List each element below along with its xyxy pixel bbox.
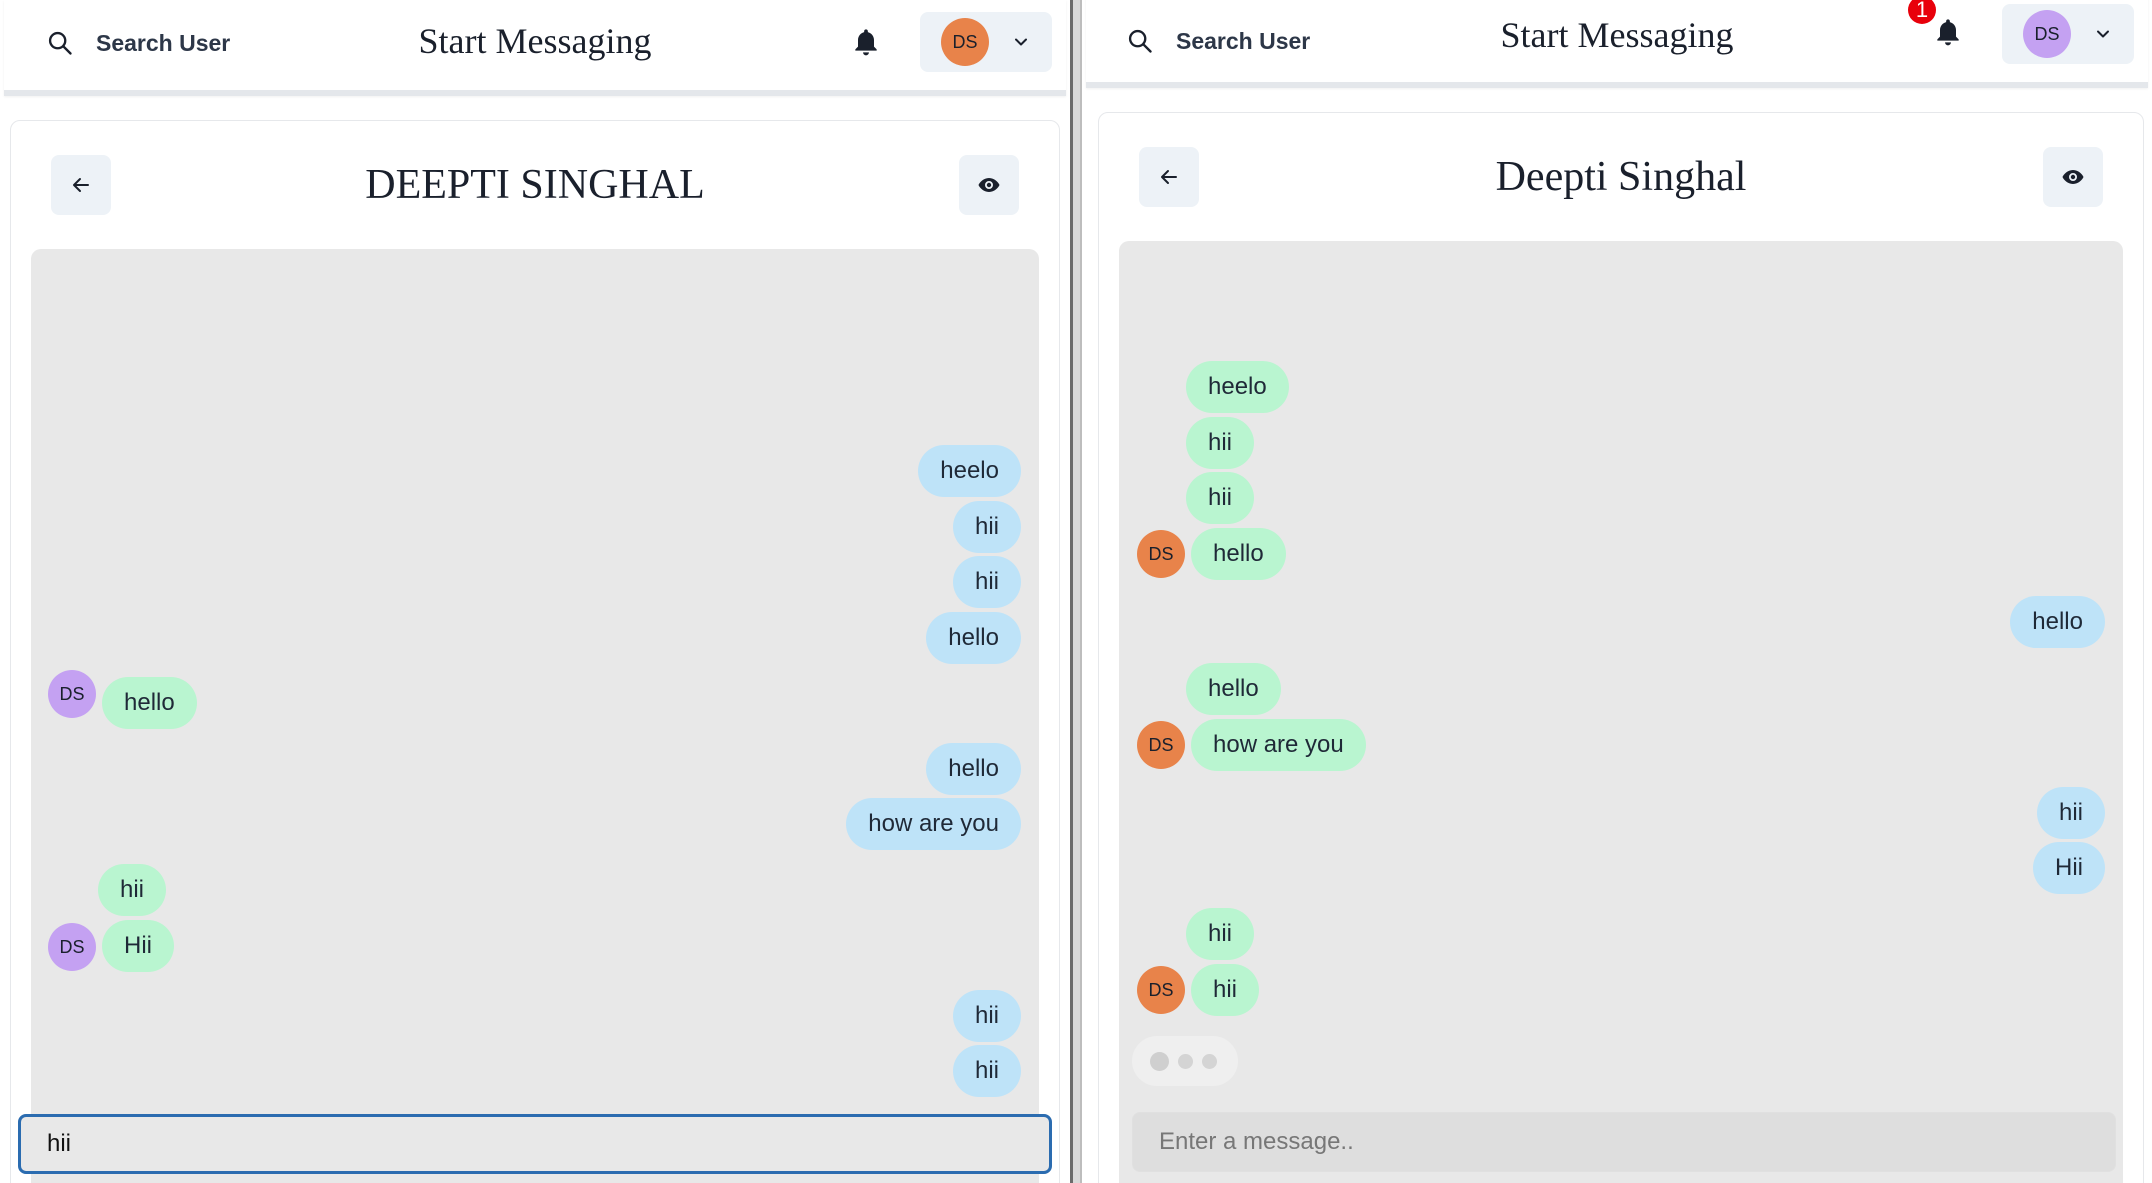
- profile-menu-button[interactable]: DS: [2002, 4, 2134, 64]
- message-bubble-received: hii: [1186, 908, 1255, 960]
- message-input[interactable]: [1132, 1112, 2116, 1172]
- view-profile-button[interactable]: [2043, 147, 2103, 207]
- avatar: DS: [2023, 10, 2071, 58]
- message-row: DS Hii: [31, 920, 1039, 972]
- message-bubble-received: hello: [1186, 663, 1281, 715]
- app-title: Start Messaging: [1500, 15, 1734, 55]
- top-bar: Search User Start Messaging 1 DS: [1086, 0, 2148, 88]
- message-bubble-received: hii: [1191, 964, 1260, 1016]
- message-bubble-received: hello: [102, 677, 197, 729]
- typing-dot: [1150, 1051, 1169, 1071]
- message-row: DS how are you: [1119, 719, 2123, 771]
- message-bubble-received: Hii: [102, 920, 174, 972]
- message-row: hello: [31, 743, 1039, 795]
- message-row: hii: [1119, 787, 2123, 839]
- chat-box: Deepti Singhal heelo hii hii DS hello he…: [1098, 112, 2144, 1183]
- message-bubble-sent: hii: [952, 1045, 1021, 1097]
- left-chat-window: Search User Start Messaging DS DEEPTI SI…: [0, 0, 1070, 1183]
- typing-dot: [1202, 1053, 1217, 1069]
- notification-button[interactable]: [850, 26, 886, 62]
- message-input[interactable]: [18, 1114, 1052, 1174]
- sender-avatar[interactable]: DS: [1137, 530, 1185, 578]
- notification-button[interactable]: 1: [1908, 0, 1968, 52]
- eye-icon: [2062, 170, 2084, 184]
- app-title: Start Messaging: [418, 21, 652, 61]
- sender-avatar[interactable]: DS: [1137, 966, 1185, 1014]
- message-row: DS hello: [1119, 528, 2123, 580]
- message-row: hello: [1119, 663, 2123, 715]
- window-divider: [1070, 0, 1082, 1183]
- message-row: hii: [31, 501, 1039, 553]
- message-bubble-sent: Hii: [2033, 842, 2105, 894]
- message-bubble-received: hii: [1186, 472, 1255, 524]
- message-bubble-sent: hii: [2036, 787, 2105, 839]
- message-row: hello: [1119, 596, 2123, 648]
- message-row: hello: [31, 612, 1039, 664]
- message-row: hii: [1119, 908, 2123, 960]
- message-bubble-received: how are you: [1191, 719, 1366, 771]
- message-bubble-sent: hello: [926, 612, 1021, 664]
- message-row: DS hii: [1119, 964, 2123, 1016]
- message-bubble-sent: hello: [2010, 596, 2105, 648]
- top-bar: Search User Start Messaging DS: [4, 0, 1066, 96]
- sender-avatar[interactable]: DS: [48, 670, 96, 718]
- profile-menu-button[interactable]: DS: [920, 12, 1052, 72]
- message-row: hii: [31, 990, 1039, 1042]
- message-row: hii: [1119, 472, 2123, 524]
- message-bubble-sent: how are you: [846, 798, 1021, 850]
- chevron-down-icon: [1015, 38, 1027, 46]
- message-row: hii: [1119, 417, 2123, 469]
- message-list: heelo hii hii DS hello hello hello DS ho…: [1119, 241, 2123, 1183]
- message-row: how are you: [31, 798, 1039, 850]
- message-row: Hii: [1119, 842, 2123, 894]
- message-row: heelo: [31, 445, 1039, 497]
- message-bubble-sent: hello: [926, 743, 1021, 795]
- message-row: hii: [31, 556, 1039, 608]
- view-profile-button[interactable]: [959, 155, 1019, 215]
- typing-dot: [1178, 1053, 1193, 1069]
- message-bubble-sent: hii: [952, 990, 1021, 1042]
- message-row: hii: [31, 864, 1039, 916]
- right-chat-window: Search User Start Messaging 1 DS Deepti …: [1082, 0, 2152, 1183]
- chat-header: DEEPTI SINGHAL: [31, 155, 1039, 215]
- message-bubble-received: heelo: [1186, 361, 1289, 413]
- avatar: DS: [941, 18, 989, 66]
- message-row: heelo: [1119, 361, 2123, 413]
- message-list: heelo hii hii hello DS hello hello how a…: [31, 249, 1039, 1183]
- chat-header: Deepti Singhal: [1119, 147, 2123, 207]
- message-bubble-received: hii: [1186, 417, 1255, 469]
- bell-icon: [1937, 19, 1959, 46]
- message-bubble-received: hello: [1191, 528, 1286, 580]
- chat-title: DEEPTI SINGHAL: [365, 162, 705, 208]
- message-bubble-received: hii: [98, 864, 167, 916]
- message-row: DS hello: [31, 670, 1039, 729]
- typing-indicator: [1132, 1036, 1238, 1086]
- chevron-down-icon: [2097, 30, 2109, 38]
- bell-icon: [855, 29, 877, 56]
- message-bubble-sent: hii: [952, 556, 1021, 608]
- message-bubble-sent: heelo: [918, 445, 1021, 497]
- message-bubble-sent: hii: [952, 501, 1021, 553]
- sender-avatar[interactable]: DS: [1137, 721, 1185, 769]
- message-row: hii: [31, 1045, 1039, 1097]
- sender-avatar[interactable]: DS: [48, 923, 96, 971]
- chat-box: DEEPTI SINGHAL heelo hii hii hello DS he…: [10, 120, 1060, 1183]
- eye-icon: [978, 178, 1000, 192]
- chat-title: Deepti Singhal: [1495, 154, 1747, 200]
